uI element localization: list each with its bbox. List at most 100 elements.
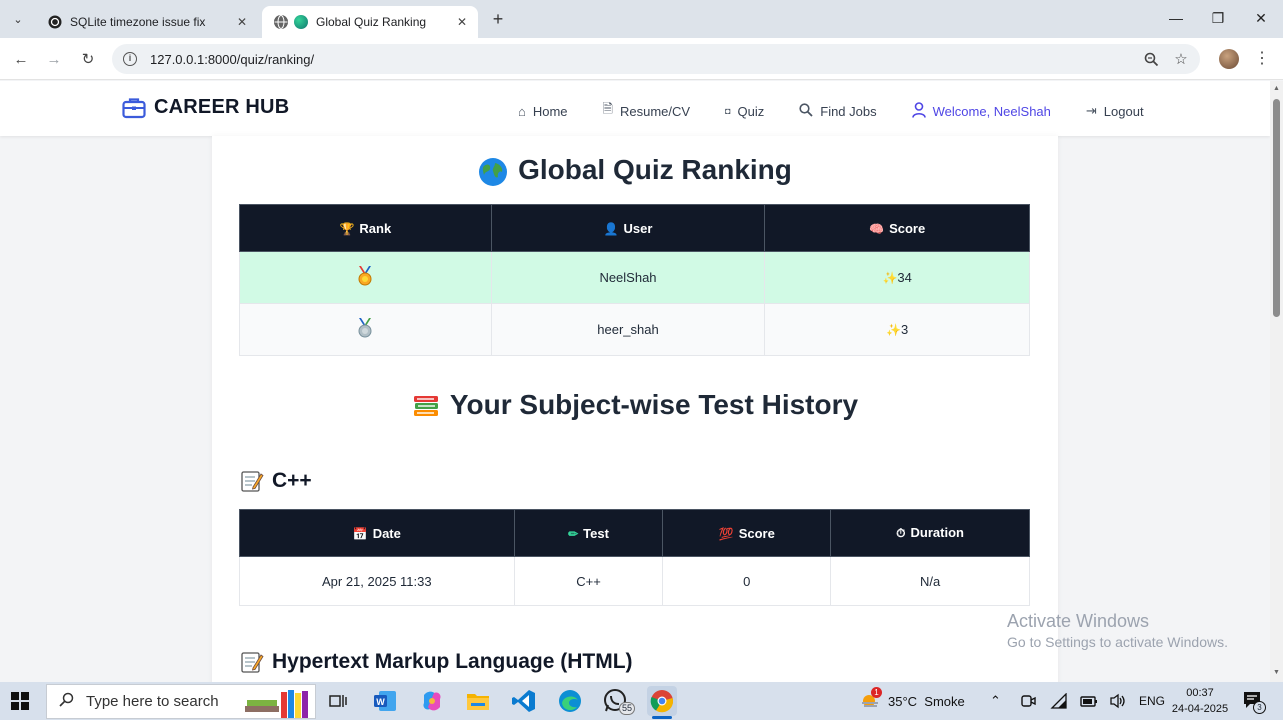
nav-welcome-user[interactable]: Welcome, NeelShah bbox=[911, 101, 1051, 121]
whatsapp-badge: 55 bbox=[619, 702, 636, 715]
nav-label: Quiz bbox=[737, 103, 765, 119]
search-icon bbox=[59, 692, 74, 711]
score-cell: ✨34 bbox=[764, 251, 1030, 304]
ranking-card: Global Quiz Ranking 🏆 Rank 👤 User 🧠 Score bbox=[212, 136, 1058, 682]
col-score-header[interactable]: 💯 Score bbox=[662, 509, 832, 557]
subject-name: Hypertext Markup Language (HTML) bbox=[272, 650, 633, 673]
clock-time: 00:37 bbox=[1186, 687, 1214, 699]
notification-center-button[interactable]: 3 bbox=[1243, 691, 1266, 714]
memo-icon bbox=[240, 650, 264, 674]
scroll-up-arrow[interactable]: ▲ bbox=[1273, 85, 1280, 92]
browser-menu-icon[interactable]: ⋮ bbox=[1252, 48, 1272, 70]
page-viewport: CAREER HUB ⌂ Home 🗎 Resume/CV ◘ Quiz Fin… bbox=[0, 81, 1270, 682]
task-view-icon[interactable] bbox=[323, 686, 353, 716]
weather-icon: 1 bbox=[860, 686, 882, 712]
stopwatch-icon: ⏱ bbox=[896, 526, 906, 540]
nav-home[interactable]: ⌂ Home bbox=[518, 104, 568, 119]
profile-avatar[interactable] bbox=[1219, 49, 1239, 69]
header-label: User bbox=[623, 220, 653, 236]
network-icon[interactable] bbox=[1050, 682, 1068, 720]
header-label: Date bbox=[372, 525, 401, 541]
memo-icon bbox=[240, 469, 264, 493]
ranking-heading: Global Quiz Ranking bbox=[212, 154, 1058, 187]
header-label: Duration bbox=[910, 525, 964, 540]
nav-quiz[interactable]: ◘ Quiz bbox=[725, 104, 764, 119]
svg-text:W: W bbox=[376, 697, 385, 707]
col-duration-header[interactable]: ⏱ Duration bbox=[830, 509, 1030, 557]
close-icon[interactable]: ✕ bbox=[452, 12, 472, 32]
user-icon: 👤 bbox=[603, 221, 619, 236]
vscode-app-icon[interactable] bbox=[509, 686, 539, 716]
language-indicator[interactable]: ENG bbox=[1139, 682, 1165, 720]
silver-medal-icon bbox=[358, 318, 372, 338]
brand-logo[interactable]: CAREER HUB bbox=[122, 96, 289, 119]
taskbar-clock[interactable]: 00:37 24-04-2025 bbox=[1170, 685, 1230, 717]
chrome-app-icon[interactable] bbox=[647, 686, 677, 719]
globe-icon bbox=[479, 157, 508, 186]
word-app-icon[interactable]: W bbox=[370, 686, 400, 716]
scroll-down-arrow[interactable]: ▼ bbox=[1273, 669, 1280, 676]
tab-sqlite[interactable]: SQLite timezone issue fix ✕ bbox=[36, 6, 258, 38]
col-score-header[interactable]: 🧠 Score bbox=[764, 204, 1030, 252]
scroll-thumb[interactable] bbox=[1273, 99, 1280, 317]
close-icon[interactable]: ✕ bbox=[232, 12, 252, 32]
logout-icon: ⇥ bbox=[1085, 103, 1097, 118]
col-date-header[interactable]: 📅 Date bbox=[239, 509, 515, 557]
score-cell: 0 bbox=[662, 556, 832, 606]
date-cell: Apr 21, 2025 11:33 bbox=[239, 556, 515, 606]
minimize-button[interactable]: — bbox=[1156, 6, 1196, 30]
site-navbar: CAREER HUB ⌂ Home 🗎 Resume/CV ◘ Quiz Fin… bbox=[0, 81, 1270, 136]
weather-alert-badge: 1 bbox=[871, 686, 882, 698]
restore-button[interactable]: ❐ bbox=[1198, 6, 1238, 30]
window-close-button[interactable]: ✕ bbox=[1241, 6, 1281, 30]
meet-now-icon[interactable] bbox=[1020, 682, 1036, 720]
nav-find-jobs[interactable]: Find Jobs bbox=[799, 102, 877, 120]
duration-cell: N/a bbox=[830, 556, 1030, 606]
score-value: 34 bbox=[897, 270, 912, 285]
tab-search-button[interactable]: ⌄ bbox=[6, 7, 30, 31]
back-button[interactable]: ← bbox=[8, 46, 34, 72]
whatsapp-app-icon[interactable]: 55 bbox=[601, 686, 636, 716]
page-scrollbar[interactable]: ▲ ▼ bbox=[1270, 81, 1283, 682]
ranking-table: 🏆 Rank 👤 User 🧠 Score NeelShah ✨34 heer_… bbox=[239, 204, 1030, 356]
watermark-line2: Go to Settings to activate Windows. bbox=[1007, 634, 1228, 650]
col-test-header[interactable]: ✏ Test bbox=[513, 509, 664, 557]
taskbar-search-input[interactable]: Type here to search bbox=[46, 684, 316, 719]
hundred-points-icon: 💯 bbox=[718, 526, 734, 541]
forward-button[interactable]: → bbox=[41, 46, 67, 72]
search-icon bbox=[799, 102, 813, 120]
browser-toolbar: ← → ↻ i 127.0.0.1:8000/quiz/ranking/ ☆ bbox=[0, 38, 1283, 80]
show-hidden-icons-chevron[interactable]: ⌃ bbox=[990, 682, 1001, 720]
weather-widget[interactable]: 1 35°C Smoke bbox=[860, 682, 965, 720]
rank-cell bbox=[239, 251, 492, 304]
rank-cell bbox=[239, 303, 492, 356]
bookmark-star-icon[interactable]: ☆ bbox=[1166, 44, 1196, 74]
table-header-row: 🏆 Rank 👤 User 🧠 Score bbox=[239, 204, 1030, 252]
url-text[interactable]: 127.0.0.1:8000/quiz/ranking/ bbox=[150, 52, 1136, 67]
tab-ranking[interactable]: Global Quiz Ranking ✕ bbox=[262, 6, 478, 38]
watermark-line1: Activate Windows bbox=[1007, 611, 1150, 631]
reload-button[interactable]: ↻ bbox=[75, 46, 101, 72]
trophy-icon: 🏆 bbox=[339, 221, 355, 236]
nav-label: Find Jobs bbox=[820, 103, 877, 119]
address-bar[interactable]: i 127.0.0.1:8000/quiz/ranking/ ☆ bbox=[112, 44, 1200, 74]
star-icon: ✨ bbox=[882, 271, 898, 285]
tab-title: SQLite timezone issue fix bbox=[70, 15, 206, 29]
battery-icon[interactable] bbox=[1080, 682, 1098, 720]
windows-start-icon[interactable] bbox=[11, 692, 29, 710]
document-icon: 🗎 bbox=[602, 101, 613, 116]
nav-logout[interactable]: ⇥ Logout bbox=[1086, 103, 1144, 119]
file-explorer-icon[interactable] bbox=[463, 686, 493, 716]
copilot-app-icon[interactable] bbox=[417, 686, 447, 716]
nav-label: Resume/CV bbox=[620, 103, 691, 119]
col-user-header[interactable]: 👤 User bbox=[490, 204, 766, 252]
nav-resume[interactable]: 🗎 Resume/CV bbox=[603, 100, 691, 122]
site-info-icon[interactable]: i bbox=[123, 52, 137, 66]
volume-icon[interactable] bbox=[1109, 682, 1127, 720]
header-label: Score bbox=[738, 525, 775, 541]
col-rank-header[interactable]: 🏆 Rank bbox=[239, 204, 492, 252]
zoom-icon[interactable] bbox=[1136, 44, 1166, 74]
test-cell: C++ bbox=[513, 556, 664, 606]
new-tab-button[interactable]: + bbox=[486, 8, 510, 30]
edge-app-icon[interactable] bbox=[555, 686, 585, 716]
